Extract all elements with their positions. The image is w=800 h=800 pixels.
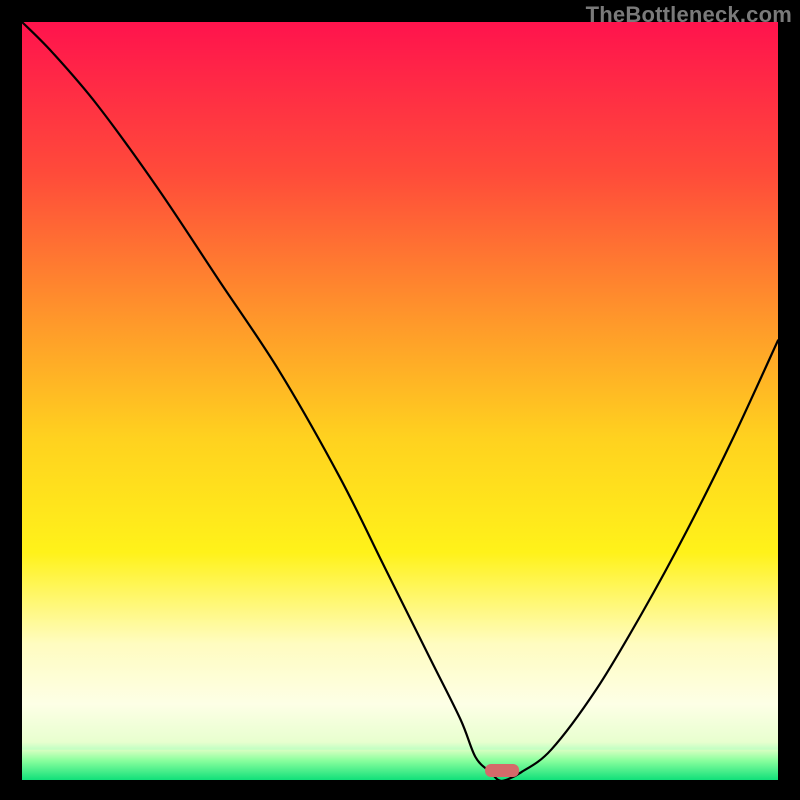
gradient-background <box>22 22 778 780</box>
bottleneck-chart <box>22 22 778 780</box>
watermark-text: TheBottleneck.com <box>586 2 792 28</box>
optimal-marker <box>485 764 519 777</box>
plot-area <box>22 22 778 780</box>
chart-frame: TheBottleneck.com <box>0 0 800 800</box>
green-band <box>22 750 778 780</box>
